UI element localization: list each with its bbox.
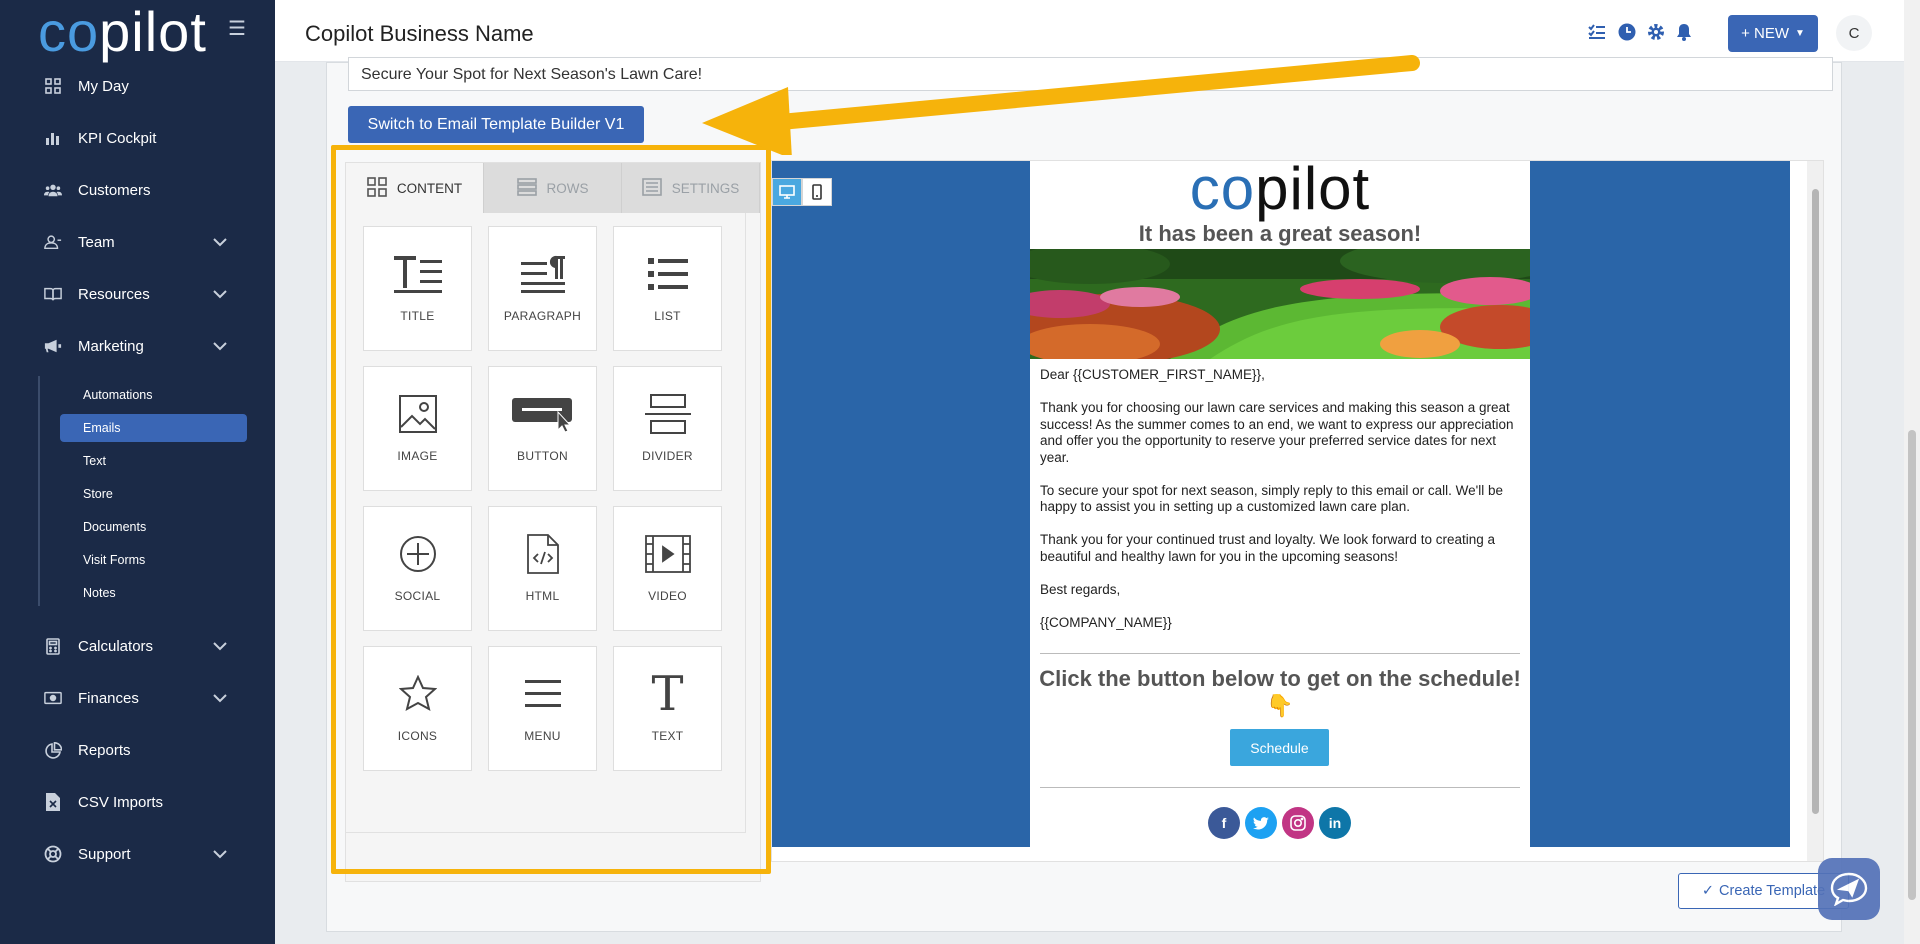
chevron-down-icon xyxy=(213,338,227,355)
chevron-down-icon xyxy=(213,846,227,863)
sidebar-item-label: Team xyxy=(78,233,115,251)
sidebar-item-label: Customers xyxy=(78,181,151,199)
money-icon xyxy=(44,689,62,707)
sidebar-item-my-day[interactable]: My Day xyxy=(0,60,275,112)
chevron-down-icon xyxy=(213,690,227,707)
sidebar-item-resources[interactable]: Resources xyxy=(0,268,275,320)
lawn-hero-image xyxy=(1030,249,1530,359)
sidebar-item-label: Reports xyxy=(78,741,131,759)
sidebar: copilot ☰ My Day KPI Cockpit Customers T… xyxy=(0,0,275,944)
linkedin-icon[interactable]: in xyxy=(1319,807,1351,839)
email-divider xyxy=(1040,653,1520,654)
email-preview: copilot It has been a great season! Dear… xyxy=(771,155,1824,862)
new-button-label: + NEW xyxy=(1741,25,1790,42)
email-company: {{COMPANY_NAME}} xyxy=(1040,614,1172,630)
checklist-icon[interactable] xyxy=(1587,22,1607,42)
mobile-icon[interactable] xyxy=(802,178,832,206)
email-body: Dear {{CUSTOMER_FIRST_NAME}}, Thank you … xyxy=(1040,367,1524,648)
sidebar-item-csv-imports[interactable]: CSV Imports xyxy=(0,776,275,828)
email-paragraph-3: Thank you for your continued trust and l… xyxy=(1040,532,1495,564)
schedule-button[interactable]: Schedule xyxy=(1230,729,1329,766)
calculator-icon xyxy=(44,637,62,655)
sidebar-item-label: Resources xyxy=(78,285,150,303)
device-toggle xyxy=(772,178,832,206)
sidebar-item-label: CSV Imports xyxy=(78,793,164,811)
highlight-box xyxy=(331,145,771,874)
sidebar-subitem-text[interactable]: Text xyxy=(60,447,247,475)
gear-icon[interactable] xyxy=(1646,22,1666,42)
sidebar-item-support[interactable]: Support xyxy=(0,828,275,880)
sidebar-item-finances[interactable]: Finances xyxy=(0,672,275,724)
twitter-icon[interactable] xyxy=(1245,807,1277,839)
sidebar-subitem-emails[interactable]: Emails xyxy=(60,414,247,442)
chevron-down-icon xyxy=(213,234,227,251)
pie-chart-icon xyxy=(44,741,62,759)
clock-icon[interactable] xyxy=(1617,22,1637,42)
sidebar-item-kpi-cockpit[interactable]: KPI Cockpit xyxy=(0,112,275,164)
email-content[interactable]: copilot It has been a great season! Dear… xyxy=(1030,155,1530,847)
submenu-line xyxy=(38,376,40,606)
instagram-icon[interactable] xyxy=(1282,807,1314,839)
page-scrollbar[interactable] xyxy=(1904,0,1920,944)
sidebar-item-customers[interactable]: Customers xyxy=(0,164,275,216)
user-icon xyxy=(44,233,62,251)
check-icon: ✓ xyxy=(1701,883,1715,899)
email-paragraph-1: Thank you for choosing our lawn care ser… xyxy=(1040,400,1514,465)
email-logo: copilot xyxy=(1189,155,1371,222)
new-button[interactable]: + NEW ▼ xyxy=(1728,15,1818,52)
chat-icon[interactable] xyxy=(1818,858,1880,920)
sidebar-subitem-notes[interactable]: Notes xyxy=(60,579,247,607)
sidebar-item-label: My Day xyxy=(78,77,129,95)
file-csv-icon xyxy=(44,793,62,811)
sidebar-item-reports[interactable]: Reports xyxy=(0,724,275,776)
cta-heading: Click the button below to get on the sch… xyxy=(1039,666,1521,718)
sidebar-item-calculators[interactable]: Calculators xyxy=(0,620,275,672)
sidebar-item-marketing[interactable]: Marketing xyxy=(0,320,275,372)
preview-scrollbar[interactable] xyxy=(1807,161,1823,861)
annotation-arrow xyxy=(702,55,1420,155)
sidebar-item-label: KPI Cockpit xyxy=(78,129,157,147)
bar-chart-icon xyxy=(44,129,62,147)
email-heading: It has been a great season! xyxy=(1138,221,1422,246)
sidebar-item-team[interactable]: Team xyxy=(0,216,275,268)
email-paragraph-2: To secure your spot for next season, sim… xyxy=(1040,482,1504,515)
sidebar-item-label: Finances xyxy=(78,689,139,707)
sidebar-item-label: Calculators xyxy=(78,637,154,655)
facebook-icon[interactable]: f xyxy=(1208,807,1240,839)
users-icon xyxy=(44,181,62,199)
preview-scrollbar-thumb[interactable] xyxy=(1812,189,1819,814)
email-divider xyxy=(1040,787,1520,788)
switch-builder-button[interactable]: Switch to Email Template Builder V1 xyxy=(348,106,644,143)
business-name: Copilot Business Name xyxy=(305,21,534,46)
megaphone-icon xyxy=(44,337,62,355)
bell-icon[interactable] xyxy=(1674,22,1694,42)
book-icon xyxy=(44,285,62,303)
chevron-down-icon xyxy=(213,286,227,303)
lifebuoy-icon xyxy=(44,845,62,863)
hamburger-menu-icon[interactable]: ☰ xyxy=(228,16,246,41)
sidebar-subitem-store[interactable]: Store xyxy=(60,480,247,508)
social-icons: f in xyxy=(1208,807,1351,839)
sidebar-subitem-visit-forms[interactable]: Visit Forms xyxy=(60,546,247,574)
email-closing: Best regards, xyxy=(1040,581,1121,597)
sidebar-item-label: Support xyxy=(78,845,131,863)
email-greeting: Dear {{CUSTOMER_FIRST_NAME}}, xyxy=(1040,367,1265,382)
create-template-label: Create Template xyxy=(1719,883,1826,899)
grid-icon xyxy=(44,77,62,95)
chevron-down-icon xyxy=(213,638,227,655)
desktop-icon[interactable] xyxy=(772,178,802,206)
copilot-logo[interactable]: copilot xyxy=(38,2,207,62)
page-scrollbar-thumb[interactable] xyxy=(1908,430,1916,900)
sidebar-item-label: Marketing xyxy=(78,337,144,355)
sidebar-subitem-documents[interactable]: Documents xyxy=(60,513,247,541)
avatar[interactable]: C xyxy=(1836,15,1872,51)
sidebar-subitem-automations[interactable]: Automations xyxy=(60,381,247,409)
caret-down-icon: ▼ xyxy=(1795,28,1805,39)
preview-canvas: copilot It has been a great season! Dear… xyxy=(772,155,1790,847)
